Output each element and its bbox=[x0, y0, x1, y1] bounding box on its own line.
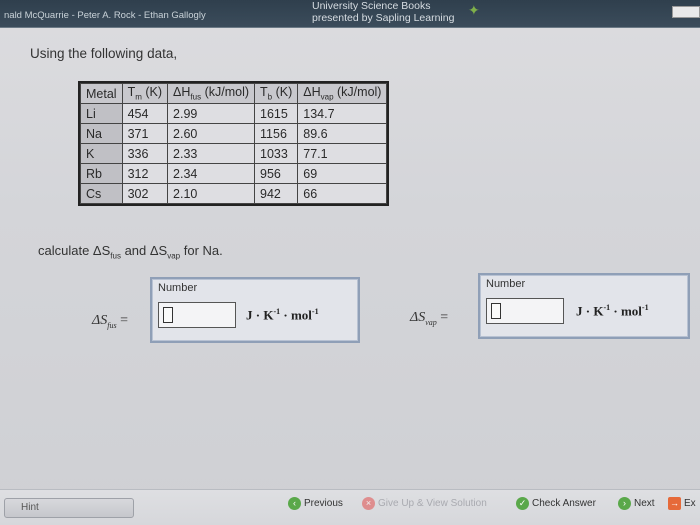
question-prompt: calculate ΔSfus and ΔSvap for Na. bbox=[38, 243, 223, 261]
cell-metal: Rb bbox=[80, 163, 123, 184]
cell-tb: 956 bbox=[254, 163, 299, 184]
cell-hvap: 66 bbox=[297, 183, 388, 204]
cell-hfus: 2.34 bbox=[167, 163, 256, 184]
check-answer-button[interactable]: ✓ Check Answer bbox=[516, 495, 596, 511]
cell-tb: 1156 bbox=[254, 123, 299, 144]
cell-hfus: 2.99 bbox=[167, 103, 256, 124]
number-label: Number bbox=[158, 282, 198, 294]
table-row: Li 454 2.99 1615 134.7 bbox=[80, 103, 388, 124]
next-button[interactable]: › Next bbox=[618, 495, 655, 511]
unit-label: J · K-1 · mol-1 bbox=[576, 303, 649, 319]
authors-text: nald McQuarrie - Peter A. Rock - Ethan G… bbox=[4, 10, 206, 21]
check-icon: ✓ bbox=[516, 496, 529, 510]
cell-tm: 312 bbox=[121, 163, 169, 184]
cell-tb: 1033 bbox=[254, 143, 299, 164]
cell-hfus: 2.33 bbox=[167, 143, 256, 164]
publisher-text: University Science Books presented by Sa… bbox=[312, 0, 472, 24]
cell-hfus: 2.60 bbox=[167, 123, 256, 144]
corner-control bbox=[672, 6, 700, 18]
hint-button[interactable]: Hint bbox=[4, 498, 134, 518]
cell-hvap: 89.6 bbox=[297, 123, 388, 144]
delta-s-vap-label: ΔSvap = bbox=[410, 310, 449, 327]
bottom-toolbar: Hint ‹ Previous × Give Up & View Solutio… bbox=[0, 489, 700, 525]
header-tm: Tm (K) bbox=[121, 83, 169, 104]
delta-s-fus-input[interactable] bbox=[158, 302, 236, 328]
give-up-icon: × bbox=[362, 496, 375, 510]
cell-hvap: 69 bbox=[297, 163, 388, 184]
answer-box-vap: Number J · K-1 · mol-1 bbox=[478, 273, 690, 339]
previous-button[interactable]: ‹ Previous bbox=[288, 495, 343, 511]
unit-label: J · K-1 · mol-1 bbox=[246, 307, 319, 323]
cell-metal: Cs bbox=[80, 183, 123, 204]
top-banner: nald McQuarrie - Peter A. Rock - Ethan G… bbox=[0, 0, 700, 28]
answer-box-fus: Number J · K-1 · mol-1 bbox=[150, 277, 360, 343]
input-cursor-box bbox=[163, 307, 173, 323]
number-label: Number bbox=[486, 278, 526, 290]
cell-tb: 942 bbox=[254, 183, 299, 204]
cell-tm: 454 bbox=[121, 103, 169, 124]
table-row: Cs 302 2.10 942 66 bbox=[80, 183, 388, 204]
exit-button[interactable]: → Ex bbox=[668, 495, 696, 511]
previous-arrow-icon: ‹ bbox=[288, 496, 301, 510]
cell-tm: 336 bbox=[121, 143, 169, 164]
cell-hvap: 134.7 bbox=[297, 103, 388, 124]
cell-tm: 302 bbox=[121, 183, 169, 204]
cell-hfus: 2.10 bbox=[167, 183, 256, 204]
table-row: Na 371 2.60 1156 89.6 bbox=[80, 123, 388, 144]
sapling-leaf-icon: ✦ bbox=[468, 2, 480, 18]
table-row: Rb 312 2.34 956 69 bbox=[80, 163, 388, 184]
question-intro: Using the following data, bbox=[30, 46, 178, 61]
input-cursor-box bbox=[491, 303, 501, 319]
cell-metal: K bbox=[80, 143, 123, 164]
header-hfus: ΔHfus (kJ/mol) bbox=[167, 83, 256, 104]
table-row: K 336 2.33 1033 77.1 bbox=[80, 143, 388, 164]
cell-metal: Li bbox=[80, 103, 123, 124]
cell-tb: 1615 bbox=[254, 103, 299, 124]
cell-tm: 371 bbox=[121, 123, 169, 144]
exit-icon: → bbox=[668, 496, 681, 510]
delta-s-vap-input[interactable] bbox=[486, 298, 564, 324]
delta-s-fus-label: ΔSfus = bbox=[92, 313, 128, 330]
header-hvap: ΔHvap (kJ/mol) bbox=[297, 83, 388, 104]
next-arrow-icon: › bbox=[618, 496, 631, 510]
table-header-row: Metal Tm (K) ΔHfus (kJ/mol) Tb (K) ΔHvap… bbox=[80, 83, 388, 104]
give-up-button[interactable]: × Give Up & View Solution bbox=[362, 495, 487, 511]
cell-metal: Na bbox=[80, 123, 123, 144]
data-table: Metal Tm (K) ΔHfus (kJ/mol) Tb (K) ΔHvap… bbox=[77, 81, 390, 206]
cell-hvap: 77.1 bbox=[297, 143, 388, 164]
header-metal: Metal bbox=[80, 83, 123, 104]
publisher-line-2: presented by Sapling Learning bbox=[312, 12, 455, 24]
header-tb: Tb (K) bbox=[254, 83, 299, 104]
publisher-line-1: University Science Books bbox=[312, 0, 431, 12]
hint-label: Hint bbox=[21, 502, 39, 513]
